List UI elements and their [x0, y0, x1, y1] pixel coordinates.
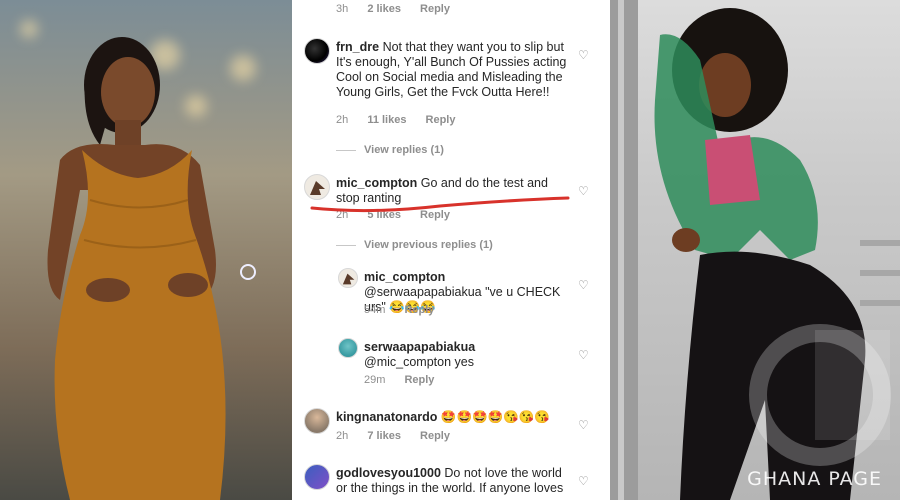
comment-time: 2h — [336, 209, 349, 221]
avatar[interactable] — [304, 38, 330, 64]
reply-button[interactable]: Reply — [420, 209, 450, 221]
comment-meta: 3h 2 likes Reply — [336, 3, 466, 15]
reply-button[interactable]: Reply — [404, 304, 434, 316]
avatar[interactable] — [338, 338, 358, 358]
comment-username[interactable]: godlovesyou1000 — [336, 466, 441, 480]
heart-icon[interactable]: ♡ — [578, 474, 589, 488]
comment-likes[interactable]: 5 likes — [367, 209, 401, 221]
comment-likes[interactable]: 11 likes — [367, 114, 406, 126]
comment-username[interactable]: mic_compton — [336, 176, 417, 190]
heart-icon[interactable]: ♡ — [578, 348, 589, 362]
comment-username[interactable]: frn_dre — [336, 40, 379, 54]
woman-in-green-jacket-illustration — [610, 0, 900, 500]
reply-button[interactable]: Reply — [420, 3, 450, 15]
comment-time: 2h — [336, 114, 349, 126]
heart-icon[interactable]: ♡ — [578, 278, 589, 292]
right-photo: GHANA PAGE — [610, 0, 900, 500]
avatar[interactable] — [304, 408, 330, 434]
watermark-brand: GHANA PAGE — [747, 468, 882, 490]
heart-icon[interactable]: ♡ — [578, 48, 589, 62]
comment-text: @mic_compton yes — [364, 355, 474, 369]
view-replies-link[interactable]: View replies (1) — [336, 144, 444, 156]
comment-meta: 54m Reply — [364, 304, 450, 316]
avatar[interactable] — [304, 464, 330, 490]
heart-icon[interactable]: ♡ — [578, 184, 589, 198]
avatar[interactable] — [304, 174, 330, 200]
comment-meta: 2h 11 likes Reply — [336, 114, 472, 126]
comment-likes[interactable]: 7 likes — [367, 430, 401, 442]
comment-username[interactable]: kingnanatonardo — [336, 410, 437, 424]
woman-in-mustard-dress-illustration — [47, 37, 256, 500]
reply-button[interactable]: Reply — [426, 114, 456, 126]
comment-meta: 2h 5 likes Reply — [336, 209, 466, 221]
comment-meta: 2h 7 likes Reply — [336, 430, 466, 442]
comment-time: 3h — [336, 3, 349, 15]
comment-time: 2h — [336, 430, 349, 442]
comment-text: 🤩🤩🤩🤩😘😘😘 — [440, 410, 550, 424]
comment-time: 29m — [364, 374, 386, 386]
reply-button[interactable]: Reply — [404, 374, 434, 386]
avatar[interactable] — [338, 268, 358, 288]
comment-time: 54m — [364, 304, 386, 316]
comment-username[interactable]: serwaapapabiakua — [364, 340, 475, 354]
comment-likes[interactable]: 2 likes — [367, 3, 401, 15]
view-previous-replies-link[interactable]: View previous replies (1) — [336, 239, 493, 251]
comments-panel: 3h 2 likes Reply frn_dre Not that they w… — [292, 0, 610, 500]
reply-button[interactable]: Reply — [420, 430, 450, 442]
comment-meta: 29m Reply — [364, 374, 450, 386]
left-photo — [0, 0, 292, 500]
comment-username[interactable]: mic_compton — [364, 270, 445, 284]
heart-icon[interactable]: ♡ — [578, 418, 589, 432]
